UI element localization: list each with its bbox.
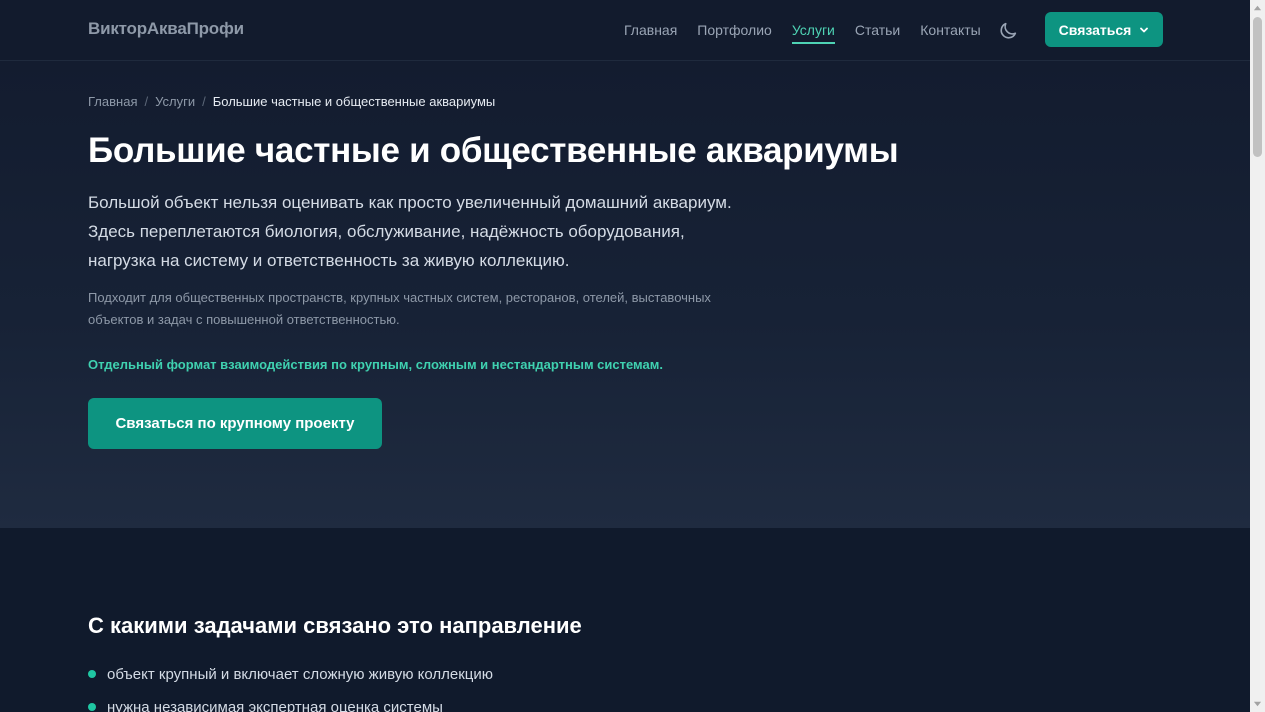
- moon-icon: [1000, 22, 1017, 39]
- page: ВикторАкваПрофи Главная Портфолио Услуги…: [0, 0, 1250, 712]
- chevron-down-icon: [1140, 27, 1149, 32]
- site-header: ВикторАкваПрофи Главная Портфолио Услуги…: [0, 0, 1250, 61]
- hero-section: Главная / Услуги / Большие частные и общ…: [0, 61, 1250, 528]
- scroll-down-arrow-icon[interactable]: [1253, 699, 1262, 708]
- breadcrumb-separator: /: [144, 94, 149, 109]
- breadcrumb-current: Большие частные и общественные аквариумы: [212, 94, 496, 109]
- tasks-list: объект крупный и включает сложную живую …: [88, 665, 493, 712]
- tasks-section: С какими задачами связано это направлени…: [0, 528, 1250, 712]
- hero-accent-text: Отдельный формат взаимодействия по крупн…: [88, 357, 663, 372]
- scroll-up-arrow-icon[interactable]: [1253, 4, 1262, 13]
- breadcrumb-services[interactable]: Услуги: [155, 94, 195, 109]
- nav-item-portfolio[interactable]: Портфолио: [697, 22, 772, 42]
- list-item: объект крупный и включает сложную живую …: [88, 665, 493, 698]
- nav-item-home[interactable]: Главная: [624, 22, 677, 42]
- breadcrumb: Главная / Услуги / Большие частные и общ…: [88, 94, 495, 109]
- main-nav: Главная Портфолио Услуги Статьи Контакты: [624, 22, 1001, 44]
- theme-toggle-button[interactable]: [997, 20, 1019, 42]
- list-item: нужна независимая экспертная оценка сист…: [88, 698, 493, 712]
- breadcrumb-home[interactable]: Главная: [88, 94, 137, 109]
- nav-item-articles[interactable]: Статьи: [855, 22, 900, 42]
- site-logo[interactable]: ВикторАкваПрофи: [88, 19, 244, 39]
- page-scrollbar[interactable]: [1250, 0, 1265, 712]
- section-title: С какими задачами связано это направлени…: [88, 613, 582, 638]
- contact-large-project-button[interactable]: Связаться по крупному проекту: [88, 398, 382, 449]
- hero-note-text: Подходит для общественных пространств, к…: [88, 290, 711, 327]
- page-title: Большие частные и общественные аквариумы: [88, 131, 899, 170]
- nav-item-contacts[interactable]: Контакты: [920, 22, 980, 42]
- contact-button-label: Связаться: [1058, 21, 1132, 38]
- nav-item-services[interactable]: Услуги: [791, 22, 835, 44]
- contact-dropdown-button[interactable]: Связаться: [1045, 12, 1163, 47]
- breadcrumb-separator: /: [202, 94, 206, 109]
- hero-lead-text: Большой объект нельзя оценивать как прос…: [88, 193, 732, 270]
- scrollbar-thumb[interactable]: [1253, 17, 1262, 157]
